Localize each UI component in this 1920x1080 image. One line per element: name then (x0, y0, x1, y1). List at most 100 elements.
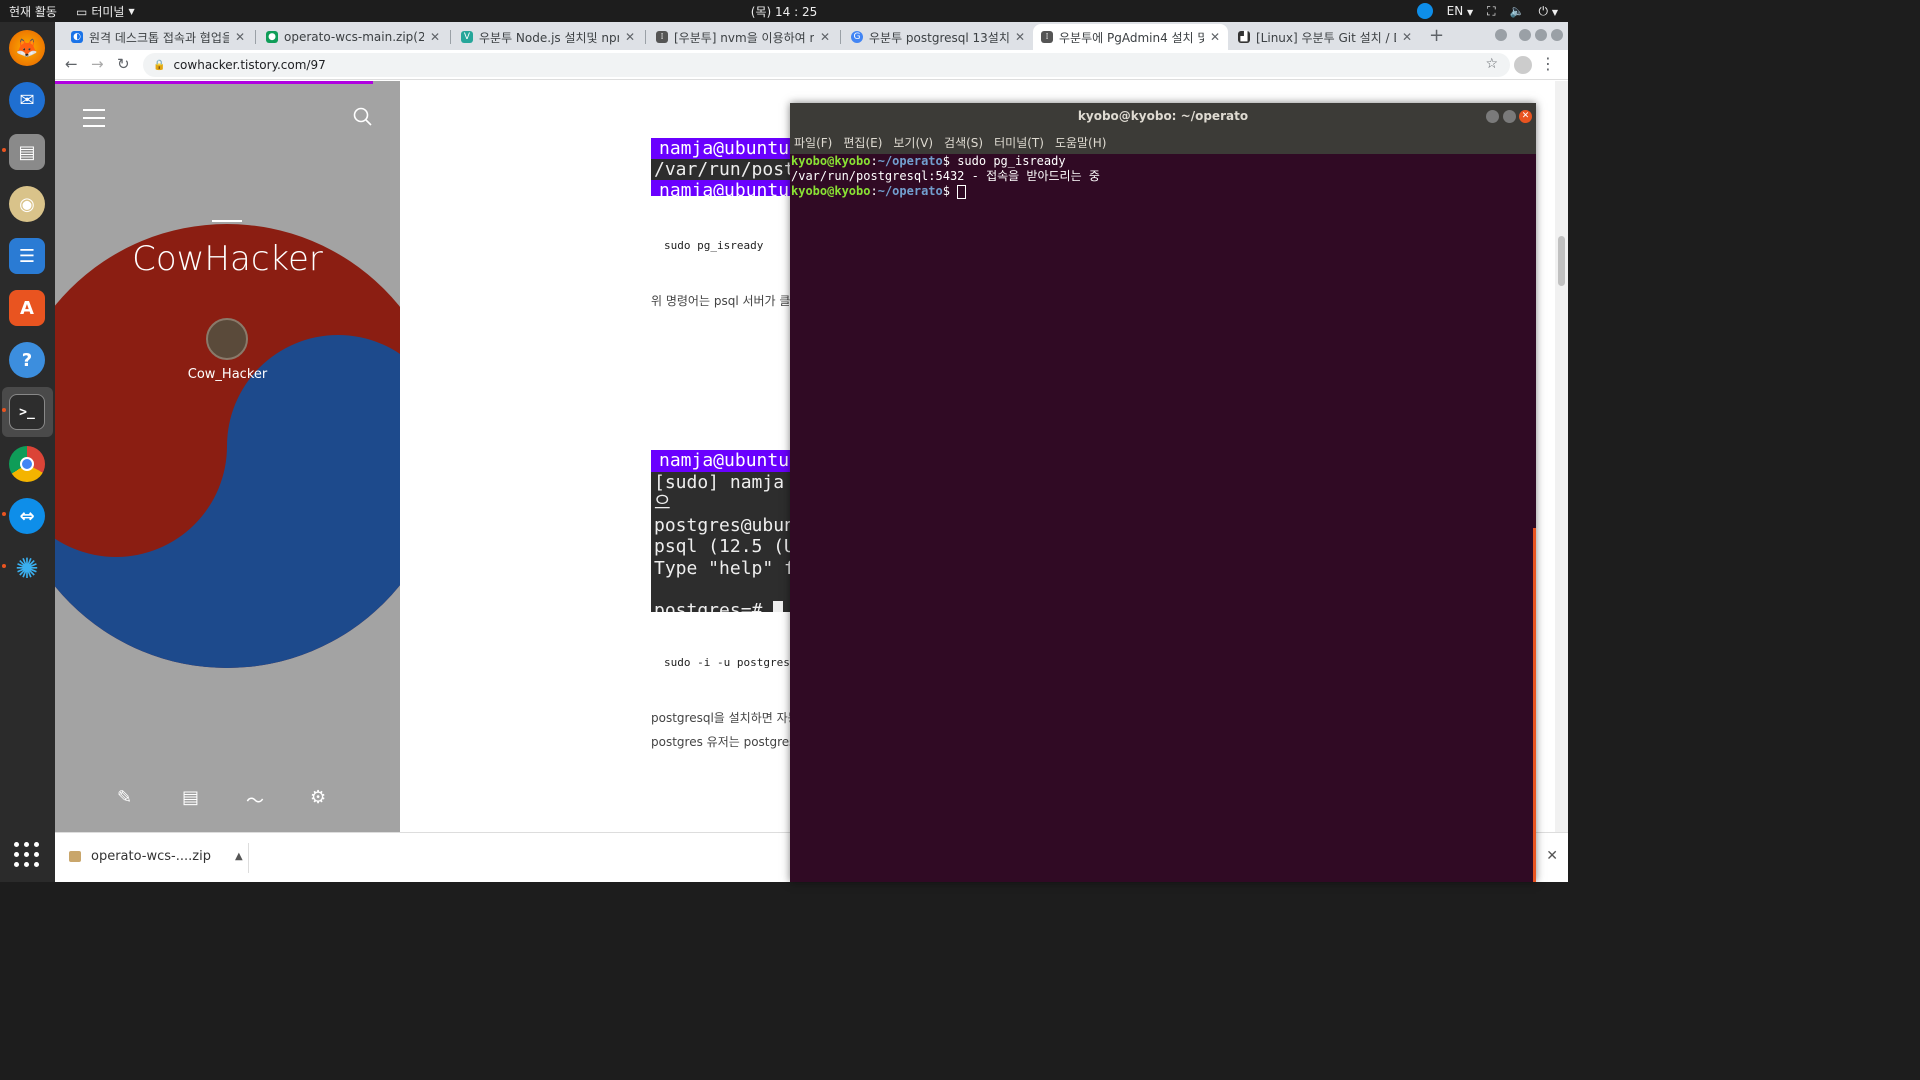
hamburger-menu-icon[interactable] (83, 109, 105, 133)
tab-operato-zip[interactable]: ● operato-wcs-main.zip(2) ✕ (258, 24, 448, 50)
new-tab-button[interactable]: + (1429, 25, 1444, 46)
reading-progress-bar (55, 81, 373, 84)
terminal-line: kyobo@kyobo:~/operato$ sudo pg_isready (791, 154, 1066, 168)
running-indicator (2, 512, 6, 516)
running-indicator (2, 408, 6, 412)
tab-pgadmin4[interactable]: ⁞ 우분투에 PgAdmin4 설치 및 ✕ (1033, 24, 1228, 50)
code-screenshot-pg-isready: namja@ubuntu /var/run/post namja@ubuntu (651, 138, 796, 196)
tab-nodejs[interactable]: V 우분투 Node.js 설치및 npm ✕ (453, 24, 643, 50)
volume-icon[interactable]: 🔈 (1510, 4, 1525, 18)
gnome-top-bar: 현재 활동 ▭ 터미널 ▼ (목) 14 : 25 EN ▼ ⛶ 🔈 ⏻ ▼ (0, 0, 1568, 22)
line-favicon: ● (266, 31, 278, 43)
terminal-output[interactable]: kyobo@kyobo:~/operato$ sudo pg_isready /… (790, 154, 1536, 882)
splash-app-icon[interactable]: ✺ (9, 550, 45, 586)
language-indicator[interactable]: EN ▼ (1447, 4, 1474, 18)
menu-terminal[interactable]: 터미널(T) (994, 134, 1044, 151)
network-icon[interactable]: ⛶ (1487, 4, 1495, 19)
code-line: Type "help" f (654, 557, 795, 579)
tab-label: [Linux] 우분투 Git 설치 / D (1256, 30, 1396, 45)
more-menu-icon[interactable]: ⋮ (1540, 54, 1556, 73)
tab-git[interactable]: ▟ [Linux] 우분투 Git 설치 / D ✕ (1230, 24, 1420, 50)
rhythmbox-icon[interactable]: ◉ (9, 186, 45, 222)
tab-remote-desktop[interactable]: ◐ 원격 데스크톱 접속과 협업을 ✕ (63, 24, 253, 50)
teamviewer-icon[interactable]: ⇔ (9, 498, 45, 534)
show-applications-button[interactable] (14, 842, 40, 868)
code-line: namja@ubuntu (651, 450, 796, 472)
menu-edit[interactable]: 편집(E) (843, 134, 882, 151)
paragraph: postgres 유저는 postgres (651, 735, 796, 749)
writer-icon[interactable]: ☰ (9, 238, 45, 274)
reload-icon[interactable]: ↻ (117, 55, 130, 73)
close-icon[interactable]: ✕ (235, 30, 245, 44)
address-bar[interactable]: 🔒 cowhacker.tistory.com/97 (143, 53, 1510, 77)
close-icon[interactable]: ✕ (1546, 848, 1558, 864)
code-line: namja@ubuntu (651, 138, 796, 159)
terminal-window[interactable]: kyobo@kyobo: ~/operato ✕ 파일(F) 편집(E) 보기(… (790, 103, 1536, 882)
tab-strip: ◐ 원격 데스크톱 접속과 협업을 ✕ ● operato-wcs-main.z… (55, 22, 1568, 50)
close-icon[interactable]: ✕ (1519, 110, 1532, 123)
minimize-icon[interactable] (1486, 110, 1499, 123)
code-line: namja@ubuntu (651, 180, 796, 196)
power-icon[interactable]: ⏻ ▼ (1539, 4, 1558, 19)
rss-icon[interactable]: 〜 (246, 787, 264, 813)
profile-avatar-icon[interactable] (1514, 56, 1532, 74)
clock[interactable]: (목) 14 : 25 (0, 3, 1568, 20)
close-icon[interactable]: ✕ (1402, 30, 1412, 44)
guestbook-icon[interactable]: ▤ (182, 787, 199, 808)
tab-search-icon[interactable] (1495, 29, 1507, 41)
firefox-icon[interactable]: 🦊 (9, 30, 45, 66)
maximize-icon[interactable] (1535, 29, 1547, 41)
gear-icon[interactable]: ⚙ (310, 787, 326, 808)
language-label: EN (1446, 4, 1464, 18)
files-icon[interactable]: ▤ (9, 134, 45, 170)
terminal-icon[interactable]: >_ (9, 394, 45, 430)
terminal-title: kyobo@kyobo: ~/operato (1077, 109, 1249, 123)
search-icon[interactable] (353, 107, 373, 127)
menu-help[interactable]: 도움말(H) (1055, 134, 1107, 151)
google-favicon: G (851, 31, 863, 43)
maximize-icon[interactable] (1503, 110, 1516, 123)
running-indicator (2, 148, 6, 152)
tab-nvm[interactable]: ⁞ [우분투] nvm을 이용하여 n ✕ (648, 24, 838, 50)
terminal-titlebar[interactable]: kyobo@kyobo: ~/operato ✕ (790, 103, 1536, 130)
close-icon[interactable]: ✕ (430, 30, 440, 44)
menu-file[interactable]: 파일(F) (794, 134, 832, 151)
author-avatar[interactable] (206, 318, 248, 360)
chevron-up-icon[interactable]: ▲ (235, 851, 243, 862)
lock-icon[interactable]: 🔒 (153, 60, 165, 71)
bookmark-star-icon[interactable]: ☆ (1485, 56, 1498, 72)
forward-arrow-icon[interactable]: → (91, 55, 104, 73)
menu-view[interactable]: 보기(V) (893, 134, 933, 151)
terminal-cursor (957, 184, 967, 199)
chrome-icon[interactable] (9, 446, 45, 482)
close-icon[interactable]: ✕ (1210, 30, 1220, 44)
close-icon[interactable]: ✕ (1015, 30, 1025, 44)
menu-search[interactable]: 검색(S) (944, 134, 983, 151)
help-icon[interactable]: ? (9, 342, 45, 378)
close-icon[interactable]: ✕ (625, 30, 635, 44)
command-text: sudo -i -u postgres (664, 656, 790, 669)
download-item[interactable]: operato-wcs-....zip ▲ (69, 849, 243, 864)
running-indicator (2, 564, 6, 568)
dock: 🦊 ✉ ▤ ◉ ☰ A ? >_ ⇔ ✺ (0, 22, 55, 882)
blog-sidebar: CowHacker Cow_Hacker ✎ ▤ 〜 ⚙ (55, 81, 400, 832)
close-window-icon[interactable] (1551, 29, 1563, 41)
close-icon[interactable]: ✕ (820, 30, 830, 44)
pencil-icon[interactable]: ✎ (117, 787, 132, 808)
back-arrow-icon[interactable]: ← (65, 55, 78, 73)
scrollbar-thumb[interactable] (1558, 236, 1565, 286)
tab-label: 원격 데스크톱 접속과 협업을 (89, 30, 229, 45)
page-scrollbar[interactable] (1555, 81, 1568, 832)
author-name[interactable]: Cow_Hacker (55, 367, 400, 382)
tab-postgresql[interactable]: G 우분투 postgresql 13설치 ✕ (843, 24, 1033, 50)
software-icon[interactable]: A (9, 290, 45, 326)
teamviewer-tray-icon[interactable] (1416, 3, 1433, 19)
code-line: postgres=# (654, 600, 774, 612)
terminal-line: /var/run/postgresql:5432 - 접속을 받아드리는 중 (791, 169, 1100, 183)
terminal-scrollbar[interactable] (1533, 528, 1536, 882)
terminal-line: kyobo@kyobo:~/operato$ (791, 184, 1536, 199)
thunderbird-icon[interactable]: ✉ (9, 82, 45, 118)
minimize-icon[interactable] (1519, 29, 1531, 41)
blog-title[interactable]: CowHacker (55, 239, 400, 279)
